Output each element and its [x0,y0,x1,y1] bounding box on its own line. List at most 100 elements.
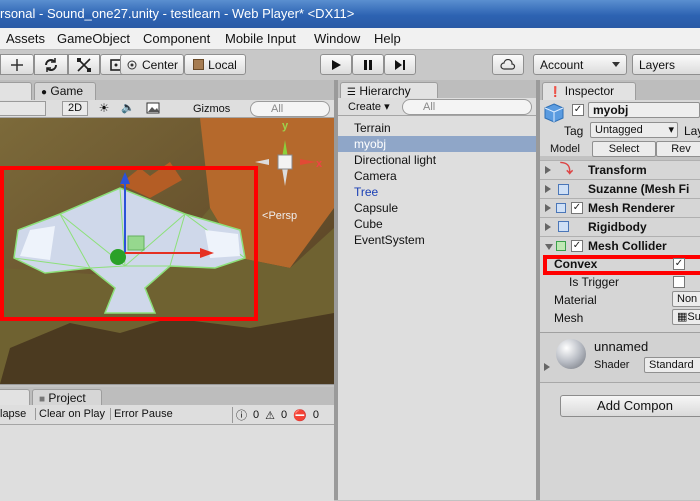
material-name: unnamed [594,339,649,354]
warning-icon[interactable]: ⚠ [265,409,275,422]
inspector-panel: ❗ Inspector ✓ myobj Tag Untagged ▾ Lay M… [540,80,700,500]
step-button[interactable] [384,54,416,75]
menu-mobile-input[interactable]: Mobile Input [225,31,296,46]
hierarchy-item-cube[interactable]: Cube [354,216,383,232]
account-label: Account [540,57,584,72]
component-mesh-renderer[interactable]: ✓ Mesh Renderer [540,198,700,217]
hierarchy-panel: ☰ Hierarchy Create ▾ All Terrain myobj D… [338,80,536,500]
hierarchy-list-icon: ☰ [347,87,356,98]
inspector-footer: Add Compon [540,382,700,500]
info-icon[interactable]: ⓘ [236,407,247,423]
window-title-bar: rsonal - Sound_one27.unity - testlearn -… [0,0,700,28]
shader-label: Shader [594,359,630,371]
hierarchy-search-input[interactable]: All [402,99,532,115]
add-component-button[interactable]: Add Compon [560,395,700,417]
tab-inspector[interactable]: ❗ Inspector [542,82,636,100]
scale-tool-button[interactable] [68,54,100,75]
tab-game[interactable]: ● Game [34,82,96,100]
2d-toggle[interactable]: 2D [62,101,88,116]
perspective-label[interactable]: <Persp [262,210,297,222]
component-mesh-filter[interactable]: Suzanne (Mesh Fi [540,179,700,198]
console-log-area[interactable] [0,425,334,501]
collapse-arrow-icon [545,204,551,212]
model-revert-button[interactable]: Rev [656,141,700,157]
component-mesh-collider[interactable]: ✓ Mesh Collider [540,236,700,255]
error-count: 0 [312,409,319,421]
hierarchy-tabstrip: ☰ Hierarchy [338,80,536,100]
axis-y-label: y [282,120,289,132]
console-panel: ■ Project lapse Clear on Play Error Paus… [0,384,334,501]
move-tool-button[interactable] [0,54,34,75]
collapse-arrow-icon [545,223,551,231]
collapse-toggle[interactable]: lapse [0,408,26,420]
pivot-center-button[interactable]: Center [120,54,184,75]
hierarchy-item-tree[interactable]: Tree [354,184,378,200]
red-highlight-box [0,166,258,321]
material-field[interactable]: Non [672,291,700,307]
draw-mode-dropdown[interactable] [0,101,46,116]
hierarchy-item-eventsystem[interactable]: EventSystem [354,232,425,248]
material-sphere-icon [556,339,586,369]
inspector-tabstrip: ❗ Inspector [540,80,700,100]
audio-speaker-icon[interactable]: 🔈 [118,101,138,116]
play-button[interactable] [320,54,352,75]
clear-on-play-toggle[interactable]: Clear on Play [35,408,105,420]
scene-search-input[interactable]: All [250,101,330,117]
menu-window[interactable]: Window [314,31,360,46]
menu-component[interactable]: Component [143,31,210,46]
mesh-field[interactable]: ▦Su [672,309,700,325]
tab-scene[interactable] [0,82,32,100]
pause-icon [364,59,372,70]
gizmos-dropdown[interactable]: Gizmos [193,103,230,115]
convex-label: Convex [554,257,598,271]
component-transform[interactable]: ⤵ Transform [540,160,700,179]
component-rigidbody[interactable]: Rigidbody [540,217,700,236]
move-icon [11,58,23,71]
expand-arrow-icon [545,244,553,254]
is-trigger-checkbox[interactable] [673,276,685,288]
layers-dropdown[interactable]: Layers [632,54,700,75]
cloud-button[interactable] [492,54,524,75]
step-icon [395,59,405,70]
effects-image-icon[interactable] [146,102,176,115]
mesh-filter-label: Suzanne (Mesh Fi [588,182,690,196]
active-checkbox[interactable]: ✓ [572,104,584,116]
account-dropdown[interactable]: Account [533,54,627,75]
play-icon [332,59,341,70]
object-name-field[interactable]: myobj [588,102,700,118]
hierarchy-item-terrain[interactable]: Terrain [354,120,391,136]
error-pause-toggle[interactable]: Error Pause [110,408,173,420]
hierarchy-item-myobj[interactable]: myobj [354,136,386,152]
material-label: Material [554,293,597,307]
lighting-sun-icon[interactable]: ☀ [94,101,114,116]
hierarchy-tab-label: Hierarchy [359,84,411,98]
material-preview-section: unnamed Shader Standard [540,332,700,382]
hierarchy-item-camera[interactable]: Camera [354,168,397,184]
scene-control-bar: 2D ☀ 🔈 Gizmos All [0,100,334,118]
mesh-renderer-enabled-checkbox[interactable]: ✓ [571,202,583,214]
convex-checkbox[interactable]: ✓ [673,258,685,270]
space-label: Local [208,57,237,72]
hierarchy-item-directional-light[interactable]: Directional light [354,152,436,168]
scene-viewport[interactable]: y x <Persp [0,118,334,384]
menu-bar: Assets GameObject Component Mobile Input… [0,28,700,50]
folder-icon: ■ [39,394,46,405]
menu-help[interactable]: Help [374,31,401,46]
pause-button[interactable] [352,54,384,75]
rigidbody-icon [558,221,569,232]
model-label: Model [550,143,580,155]
model-select-button[interactable]: Select [592,141,656,157]
console-tabstrip: ■ Project [0,387,334,407]
create-dropdown[interactable]: Create ▾ [348,100,390,113]
tag-dropdown[interactable]: Untagged ▾ [590,122,678,138]
menu-assets[interactable]: Assets [6,31,45,46]
error-icon[interactable]: ⛔ [293,409,307,422]
collapse-arrow-icon [545,185,551,193]
rotate-tool-button[interactable] [34,54,68,75]
axis-x-label: x [316,158,323,170]
mesh-collider-enabled-checkbox[interactable]: ✓ [571,240,583,252]
shader-dropdown[interactable]: Standard [644,357,700,373]
pivot-local-button[interactable]: Local [184,54,246,75]
hierarchy-item-capsule[interactable]: Capsule [354,200,398,216]
menu-gameobject[interactable]: GameObject [57,31,130,46]
